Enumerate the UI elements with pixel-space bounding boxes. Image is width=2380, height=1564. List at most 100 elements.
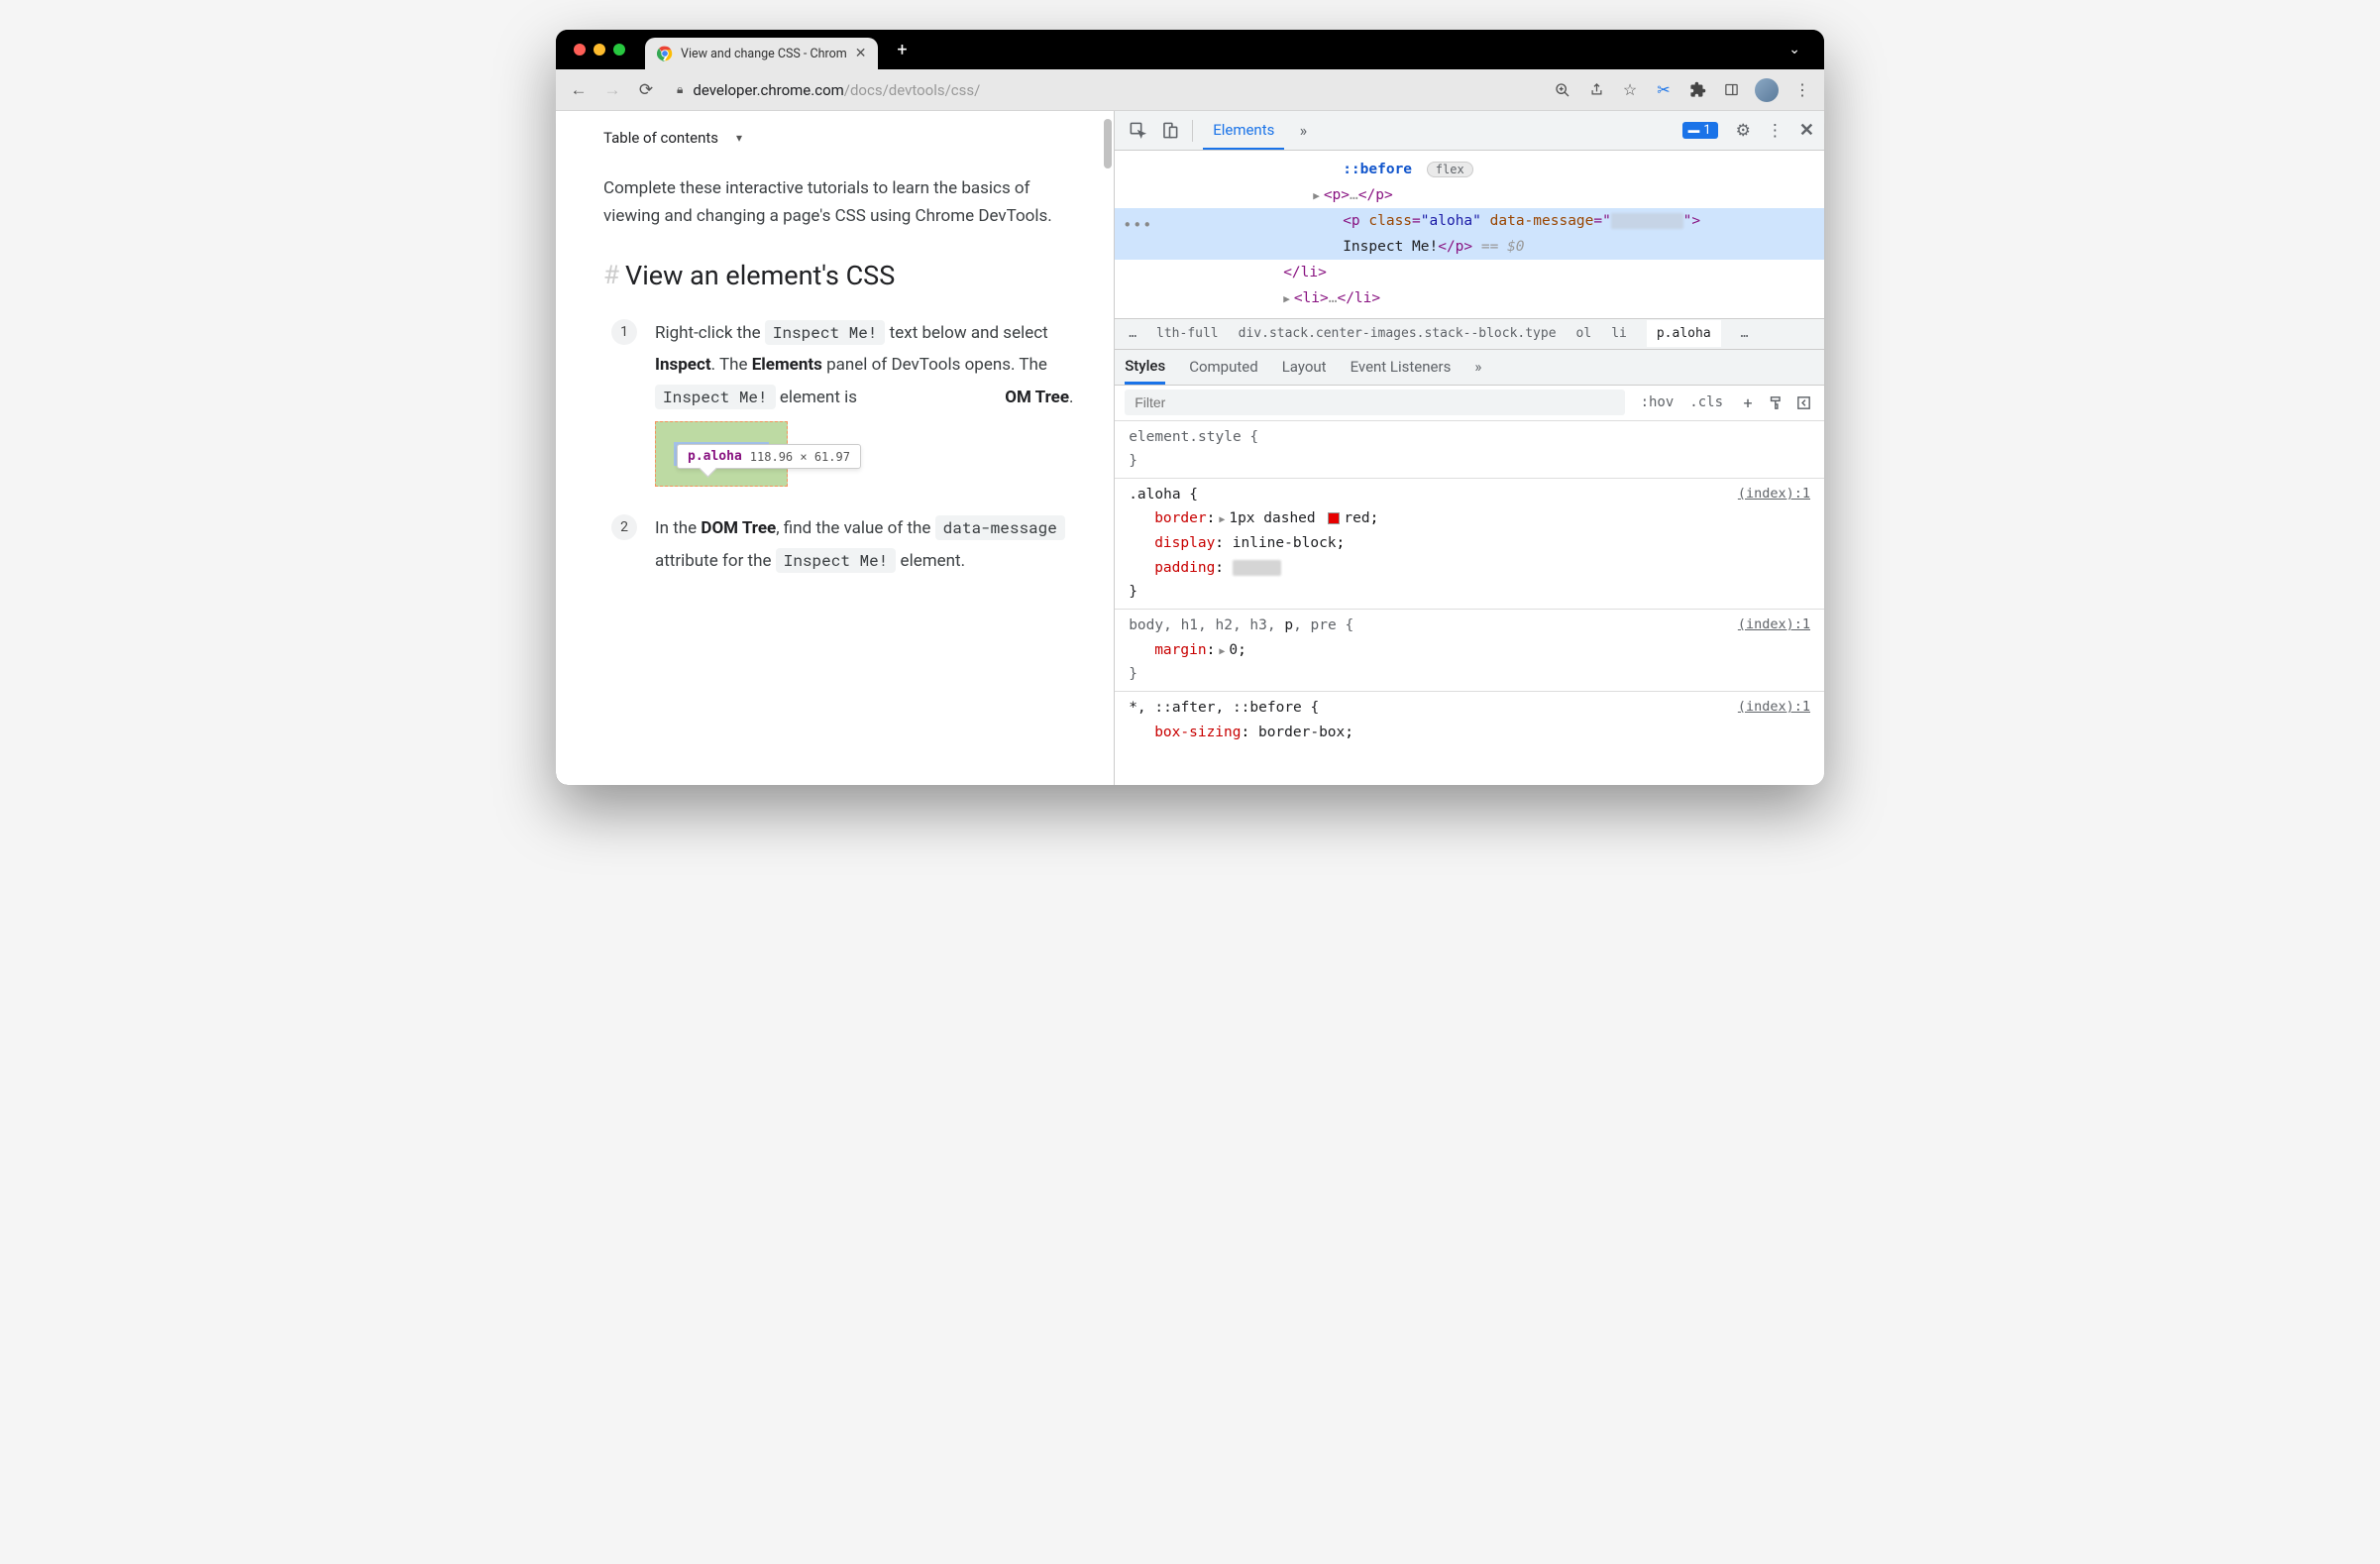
breadcrumb-item[interactable]: lth-full (1156, 326, 1219, 341)
computed-panel-icon[interactable] (1792, 391, 1814, 413)
blurred-value: x (1611, 213, 1683, 229)
tab-computed[interactable]: Computed (1189, 350, 1258, 385)
breadcrumb-item-active[interactable]: p.aloha (1647, 320, 1721, 347)
address-bar[interactable]: 🔒︎ developer.chrome.com/docs/devtools/cs… (669, 81, 1541, 99)
back-button[interactable]: ← (568, 79, 590, 101)
scissors-icon[interactable]: ✂ (1654, 80, 1674, 100)
extensions-puzzle-icon[interactable] (1687, 80, 1707, 100)
source-link[interactable]: (index):1 (1738, 696, 1810, 719)
close-window[interactable] (574, 44, 586, 56)
chrome-favicon-icon (657, 46, 673, 61)
tab-layout[interactable]: Layout (1282, 350, 1327, 385)
styles-filter-input[interactable] (1125, 390, 1624, 415)
toc-toggle[interactable]: Table of contents ▾ (603, 129, 1076, 147)
dom-line[interactable]: ::before flex (1115, 157, 1824, 182)
dom-line[interactable]: </li> (1115, 260, 1824, 285)
titlebar: View and change CSS - Chrom ✕ + ⌄ (556, 30, 1824, 69)
color-swatch[interactable] (1328, 512, 1340, 524)
style-rules[interactable]: element.style { } (index):1 .aloha { bor… (1115, 421, 1824, 785)
toc-label: Table of contents (603, 129, 718, 147)
hash-anchor-icon[interactable]: # (603, 261, 619, 290)
device-toolbar-icon[interactable] (1156, 118, 1182, 144)
toolbar: ← → ⟳ 🔒︎ developer.chrome.com/docs/devto… (556, 69, 1824, 111)
expand-triangle-icon[interactable]: ▶ (1313, 189, 1320, 202)
scrollbar-thumb[interactable] (1104, 119, 1112, 168)
step-number: 2 (611, 514, 637, 540)
new-style-plus-icon[interactable]: + (1737, 391, 1759, 413)
profile-avatar[interactable] (1755, 78, 1779, 102)
new-tab-button[interactable]: + (888, 36, 916, 63)
more-tabs-icon[interactable]: » (1474, 350, 1481, 385)
source-link[interactable]: (index):1 (1738, 483, 1810, 505)
styles-tabs: Styles Computed Layout Event Listeners » (1115, 350, 1824, 386)
expand-triangle-icon[interactable]: ▶ (1283, 292, 1290, 305)
tab-title: View and change CSS - Chrom (681, 47, 847, 61)
cls-toggle[interactable]: .cls (1681, 394, 1731, 410)
zoom-icon[interactable] (1553, 80, 1572, 100)
tab-styles[interactable]: Styles (1125, 350, 1165, 385)
blurred-value: x (1233, 560, 1281, 576)
dom-line[interactable]: ▶<p>…</p> (1115, 182, 1824, 208)
page-intro: Complete these interactive tutorials to … (603, 174, 1076, 230)
paint-icon[interactable] (1765, 391, 1786, 413)
bookmark-star-icon[interactable]: ☆ (1620, 80, 1640, 100)
browser-tab[interactable]: View and change CSS - Chrom ✕ (645, 38, 878, 69)
heading-row: # View an element's CSS (603, 260, 1076, 291)
minimize-window[interactable] (594, 44, 605, 56)
tab-event-listeners[interactable]: Event Listeners (1351, 350, 1452, 385)
dom-breadcrumb: … lth-full div.stack.center-images.stack… (1115, 318, 1824, 350)
code-chip: Inspect Me! (765, 320, 886, 345)
step-text: In the DOM Tree, find the value of the d… (655, 512, 1076, 577)
reload-button[interactable]: ⟳ (635, 79, 657, 101)
kebab-menu-icon[interactable]: ⋮ (1792, 80, 1812, 100)
selection-dots-icon: ••• (1123, 212, 1152, 239)
url-path: /docs/devtools/css/ (844, 81, 981, 99)
traffic-lights (574, 44, 625, 56)
forward-button[interactable]: → (601, 79, 623, 101)
toolbar-actions: ☆ ✂ ⋮ (1553, 78, 1812, 102)
devtools-menu-icon[interactable]: ⋮ (1767, 121, 1784, 141)
tooltip-selector: p.aloha (688, 449, 742, 464)
share-icon[interactable] (1586, 80, 1606, 100)
tab-elements[interactable]: Elements (1203, 111, 1284, 150)
dom-line[interactable]: ▶<li>…</li> (1115, 285, 1824, 311)
code-chip: Inspect Me! (776, 548, 897, 573)
devtools-tabs: Elements » 1 ⚙ ⋮ ✕ (1115, 111, 1824, 151)
code-chip: Inspect Me! (655, 385, 776, 409)
settings-gear-icon[interactable]: ⚙ (1736, 121, 1751, 141)
step-number: 1 (611, 319, 637, 345)
rule-star[interactable]: (index):1 *, ::after, ::before { box-siz… (1115, 692, 1824, 748)
step-2: 2 In the DOM Tree, find the value of the… (611, 512, 1076, 577)
more-tabs-icon[interactable]: » (1290, 118, 1316, 144)
inspect-element-icon[interactable] (1125, 118, 1150, 144)
breadcrumb-item[interactable]: … (1129, 326, 1136, 341)
lock-icon: 🔒︎ (677, 82, 683, 97)
flex-badge[interactable]: flex (1427, 162, 1473, 177)
styles-filter-row: :hov .cls + (1115, 386, 1824, 421)
maximize-window[interactable] (613, 44, 625, 56)
chevron-down-icon: ▾ (736, 131, 742, 145)
devtools-panel: Elements » 1 ⚙ ⋮ ✕ ::before flex ▶<p>…</… (1114, 111, 1824, 785)
breadcrumb-item[interactable]: div.stack.center-images.stack--block.typ… (1239, 326, 1557, 341)
page-viewport: Table of contents ▾ Complete these inter… (556, 111, 1114, 785)
rule-aloha[interactable]: (index):1 .aloha { border:▶1px dashed re… (1115, 479, 1824, 610)
tab-close-icon[interactable]: ✕ (855, 46, 867, 61)
devtools-close-icon[interactable]: ✕ (1799, 120, 1814, 141)
tooltip-dimensions: 118.96 × 61.97 (750, 450, 850, 464)
sidepanel-icon[interactable] (1721, 80, 1741, 100)
tabs-menu-chevron-icon[interactable]: ⌄ (1783, 42, 1806, 57)
section-heading: View an element's CSS (625, 260, 895, 291)
rule-body[interactable]: (index):1 body, h1, h2, h3, p, pre { mar… (1115, 610, 1824, 692)
hov-toggle[interactable]: :hov (1633, 394, 1682, 410)
browser-window: View and change CSS - Chrom ✕ + ⌄ ← → ⟳ … (556, 30, 1824, 785)
breadcrumb-item[interactable]: ol (1576, 326, 1592, 341)
breadcrumb-item[interactable]: … (1741, 326, 1749, 341)
issues-badge[interactable]: 1 (1682, 122, 1717, 139)
breadcrumb-item[interactable]: li (1611, 326, 1627, 341)
dom-line-selected[interactable]: ••• <p class="aloha" data-message="x"> I… (1115, 208, 1824, 260)
dom-tree[interactable]: ::before flex ▶<p>…</p> ••• <p class="al… (1115, 151, 1824, 318)
step-1: 1 Right-click the Inspect Me! text below… (611, 317, 1076, 487)
rule-element-style[interactable]: element.style { } (1115, 421, 1824, 479)
tab-strip: View and change CSS - Chrom ✕ + (645, 30, 916, 69)
source-link[interactable]: (index):1 (1738, 614, 1810, 636)
